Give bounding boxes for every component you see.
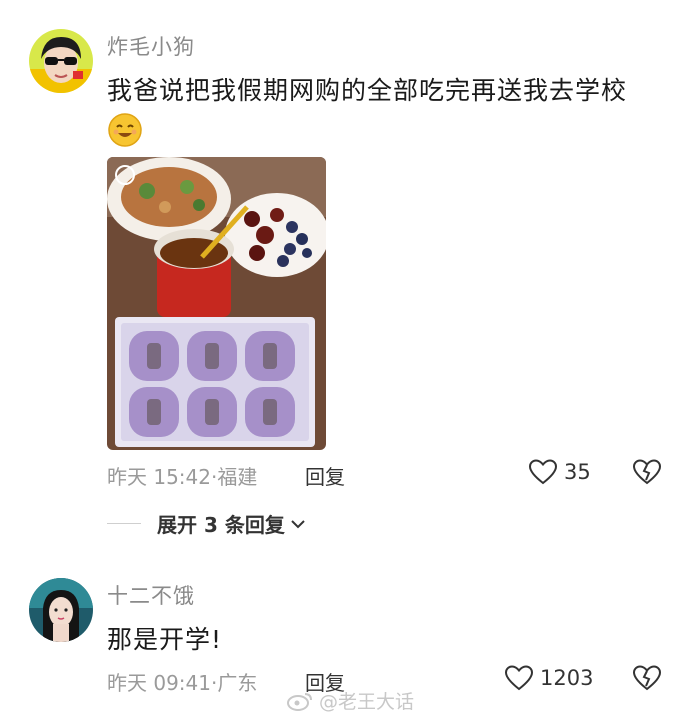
timestamp: 昨天 15:42 xyxy=(107,465,211,489)
timestamp: 昨天 09:41 xyxy=(107,671,211,695)
dislike-button[interactable] xyxy=(632,458,662,490)
broken-heart-icon xyxy=(632,459,662,485)
broken-heart-icon xyxy=(632,665,662,691)
like-button[interactable]: 35 xyxy=(528,458,591,486)
username[interactable]: 炸毛小狗 xyxy=(107,31,195,61)
weibo-logo-icon xyxy=(287,692,312,711)
location: 福建 xyxy=(217,465,258,489)
comment-text: 那是开学! xyxy=(107,625,223,654)
like-count: 35 xyxy=(564,460,591,484)
comment-meta: 昨天 15:42·福建 xyxy=(107,465,258,489)
dislike-button[interactable] xyxy=(632,664,662,696)
like-button[interactable]: 1203 xyxy=(504,664,593,692)
expand-replies-label: 展开 3 条回复 xyxy=(157,513,285,537)
username[interactable]: 十二不饿 xyxy=(107,580,195,610)
chevron-down-icon xyxy=(291,519,305,528)
comment-photo[interactable] xyxy=(107,157,326,450)
comment-meta: 昨天 09:41·广东 xyxy=(107,671,258,695)
avatar[interactable] xyxy=(29,29,93,93)
comment-text: 我爸说把我假期网购的全部吃完再送我去学校 xyxy=(107,76,628,105)
watermark-text: @老王大话 xyxy=(319,691,415,713)
heart-icon xyxy=(504,665,534,691)
smile-emoji-icon xyxy=(107,112,143,148)
like-count: 1203 xyxy=(540,666,594,690)
heart-icon xyxy=(528,459,558,485)
divider xyxy=(107,523,141,524)
avatar[interactable] xyxy=(29,578,93,642)
location: 广东 xyxy=(217,671,258,695)
watermark: @老王大话 xyxy=(287,687,414,714)
reply-button[interactable]: 回复 xyxy=(305,461,345,490)
expand-replies-button[interactable]: 展开 3 条回复 xyxy=(107,509,307,538)
